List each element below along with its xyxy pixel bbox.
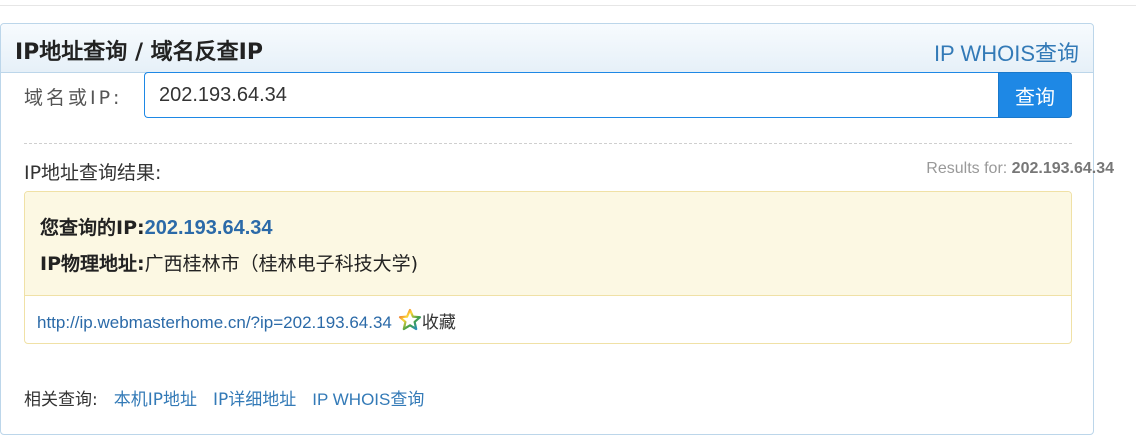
result-body: 您查询的IP:202.193.64.34 IP物理地址:广西桂林市（桂林电子科技… — [25, 192, 1071, 296]
results-for: Results for: 202.193.64.34 — [926, 160, 1114, 178]
favorite-link[interactable]: 收藏 — [422, 313, 456, 333]
location-line: IP物理地址:广西桂林市（桂林电子科技大学) — [40, 249, 418, 276]
related-link-local-ip[interactable]: 本机IP地址 — [114, 390, 197, 410]
queried-ip-line: 您查询的IP:202.193.64.34 — [40, 213, 273, 240]
domain-ip-input[interactable] — [144, 72, 1000, 118]
location-value: 广西桂林市（桂林电子科技大学) — [144, 253, 419, 275]
result-box: 您查询的IP:202.193.64.34 IP物理地址:广西桂林市（桂林电子科技… — [24, 191, 1072, 344]
location-key: IP物理地址: — [40, 253, 145, 275]
results-label: IP地址查询结果: — [24, 162, 162, 184]
query-button[interactable]: 查询 — [998, 72, 1072, 118]
panel-header: IP地址查询 / 域名反查IP IP WHOIS查询 — [1, 24, 1093, 73]
results-for-prefix: Results for: — [926, 160, 1008, 177]
page-title: IP地址查询 / 域名反查IP — [15, 40, 263, 65]
results-for-value: 202.193.64.34 — [1011, 160, 1114, 177]
star-icon[interactable] — [398, 308, 422, 337]
dashed-divider — [24, 143, 1072, 144]
queried-ip-value: 202.193.64.34 — [144, 217, 273, 239]
related-queries: 相关查询: 本机IP地址 IP详细地址 IP WHOIS查询 — [24, 385, 424, 410]
related-label: 相关查询: — [24, 390, 98, 410]
result-footer: http://ip.webmasterhome.cn/?ip=202.193.6… — [37, 308, 456, 337]
ip-whois-link[interactable]: IP WHOIS查询 — [934, 36, 1079, 68]
query-label: 域名或IP: — [24, 87, 123, 109]
queried-ip-key: 您查询的IP: — [40, 217, 145, 239]
top-divider — [0, 0, 1136, 6]
query-form: 域名或IP: 查询 — [24, 72, 1072, 120]
permalink[interactable]: http://ip.webmasterhome.cn/?ip=202.193.6… — [37, 313, 392, 332]
related-link-ip-detail[interactable]: IP详细地址 — [213, 390, 296, 410]
related-link-ip-whois[interactable]: IP WHOIS查询 — [312, 390, 424, 409]
